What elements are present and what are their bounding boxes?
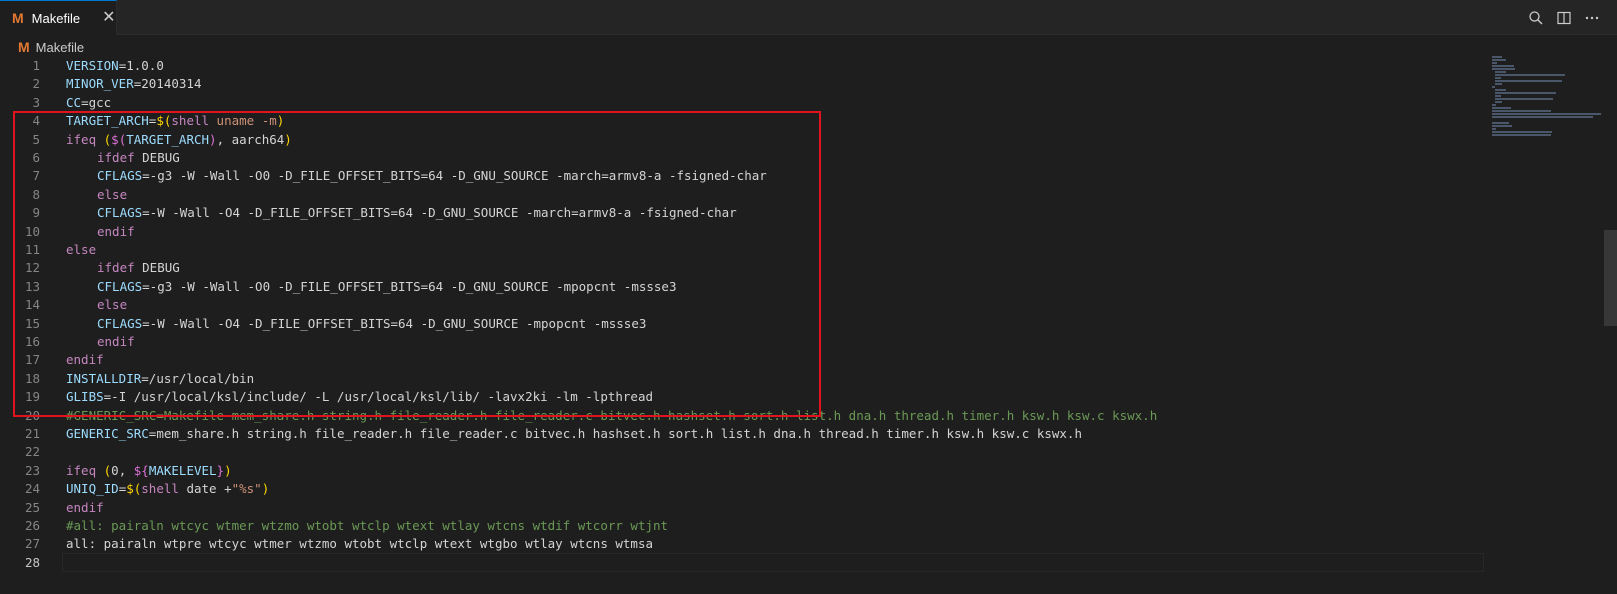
tab-bar: M Makefile ✕ <box>0 0 1617 35</box>
minimap-line <box>1492 107 1511 109</box>
code-line[interactable]: 27 all: pairaln wtpre wtcyc wtmer wtzmo w… <box>0 534 1490 553</box>
makefile-icon: M <box>12 10 24 26</box>
code-token: ${ <box>133 462 149 478</box>
code-token: shell <box>141 481 187 497</box>
minimap-line <box>1495 77 1501 79</box>
editor-actions <box>1525 0 1617 35</box>
code-line[interactable]: 3 CC=gcc <box>0 93 1490 112</box>
code-text: CC=gcc <box>66 93 111 112</box>
code-token: 0, <box>111 462 134 478</box>
code-token: } <box>216 462 225 478</box>
line-number: 3 <box>32 94 40 110</box>
breadcrumb[interactable]: M Makefile <box>0 36 1617 58</box>
line-number: 26 <box>24 518 40 533</box>
code-token: =20140314 <box>133 76 202 92</box>
makefile-icon: M <box>18 39 30 55</box>
code-line[interactable]: 24 UNIQ_ID=$(shell date +"%s") <box>0 479 1490 498</box>
minimap-line <box>1495 101 1502 103</box>
minimap-line <box>1492 104 1496 106</box>
code-line[interactable]: 21 GENERIC_SRC=mem_share.h string.h file_… <box>0 424 1490 443</box>
minimap-line <box>1492 116 1594 118</box>
line-number: 2 <box>32 76 40 92</box>
line-number: 25 <box>24 499 40 515</box>
minimap-line <box>1492 68 1515 70</box>
minimap-line <box>1495 92 1556 94</box>
minimap-line <box>1492 131 1552 133</box>
code-text: ifeq (0, ${MAKELEVEL}) <box>66 461 232 480</box>
code-text: UNIQ_ID=$(shell date +"%s") <box>66 479 269 498</box>
code-text: GENERIC_SRC=mem_share.h string.h file_re… <box>66 424 1082 443</box>
minimap-line <box>1492 56 1502 58</box>
code-token: ) <box>261 481 270 497</box>
current-line-highlight <box>62 552 1484 572</box>
code-line[interactable]: 1 VERSION=1.0.0 <box>0 56 1490 75</box>
code-token: =gcc <box>81 94 112 110</box>
vertical-scrollbar[interactable] <box>1604 230 1617 326</box>
minimap-line <box>1495 83 1502 85</box>
minimap-line <box>1495 74 1565 76</box>
more-actions-icon[interactable] <box>1581 7 1603 29</box>
tab-makefile[interactable]: M Makefile ✕ <box>0 0 117 35</box>
code-token: VERSION <box>66 58 119 73</box>
line-number: 27 <box>24 536 40 552</box>
code-line[interactable]: 25 endif <box>0 498 1490 517</box>
code-token: ) <box>224 462 232 478</box>
code-token: : pairaln wtpre wtcyc wtmer wtzmo wtobt … <box>88 536 654 552</box>
minimap-line <box>1495 80 1562 82</box>
search-icon[interactable] <box>1525 7 1547 29</box>
line-number: 1 <box>32 58 40 73</box>
minimap-line <box>1492 86 1495 88</box>
code-token: MINOR_VER <box>66 76 134 92</box>
code-token: $( <box>126 481 142 497</box>
minimap-line <box>1492 122 1509 124</box>
minimap-line <box>1492 65 1514 67</box>
code-token: =1.0.0 <box>118 58 164 73</box>
minimap-line <box>1495 98 1553 100</box>
code-token: ifeq <box>66 462 104 478</box>
minimap-line <box>1495 95 1501 97</box>
code-text: endif <box>66 498 104 517</box>
code-text: VERSION=1.0.0 <box>66 56 164 75</box>
code-token: all <box>66 536 89 552</box>
code-token: MAKELEVEL <box>148 462 217 478</box>
selection-highlight-box <box>13 111 821 417</box>
code-token: GENERIC_SRC <box>66 426 149 441</box>
split-editor-icon[interactable] <box>1553 7 1575 29</box>
line-number: 21 <box>24 426 40 441</box>
line-number: 28 <box>24 554 40 570</box>
code-token: endif <box>66 499 104 515</box>
minimap-line <box>1492 134 1551 136</box>
code-text: MINOR_VER=20140314 <box>66 74 201 93</box>
minimap-line <box>1492 125 1513 127</box>
minimap-line <box>1495 71 1507 73</box>
code-token: UNIQ_ID <box>66 481 119 497</box>
code-token: =mem_share.h string.h file_reader.h file… <box>148 426 1082 441</box>
breadcrumb-label[interactable]: Makefile <box>36 40 84 55</box>
code-token: date + <box>186 481 232 497</box>
minimap-line <box>1495 89 1507 91</box>
code-token: "%s" <box>231 481 262 497</box>
minimap-line <box>1492 110 1551 112</box>
code-text: #all: pairaln wtcyc wtmer wtzmo wtobt wt… <box>66 516 668 535</box>
minimap-line <box>1492 59 1506 61</box>
minimap-line <box>1492 113 1601 115</box>
code-line[interactable]: 28 <box>0 552 1490 572</box>
code-line[interactable]: 22 <box>0 442 1490 461</box>
code-token: CC <box>66 94 82 110</box>
code-line[interactable]: 26 #all: pairaln wtcyc wtmer wtzmo wtobt … <box>0 516 1490 535</box>
line-number: 23 <box>24 462 40 478</box>
code-line[interactable]: 23 ifeq (0, ${MAKELEVEL}) <box>0 461 1490 480</box>
code-token: #all: pairaln wtcyc wtmer wtzmo wtobt wt… <box>66 518 669 533</box>
minimap-line <box>1492 128 1496 130</box>
tab-label: Makefile <box>31 10 81 26</box>
line-number: 24 <box>24 481 40 497</box>
code-line[interactable]: 2 MINOR_VER=20140314 <box>0 74 1490 93</box>
minimap[interactable] <box>1492 56 1604 594</box>
close-icon[interactable]: ✕ <box>102 10 115 26</box>
line-number: 22 <box>24 444 40 460</box>
code-text: all: pairaln wtpre wtcyc wtmer wtzmo wto… <box>66 534 653 553</box>
minimap-line <box>1492 62 1497 64</box>
